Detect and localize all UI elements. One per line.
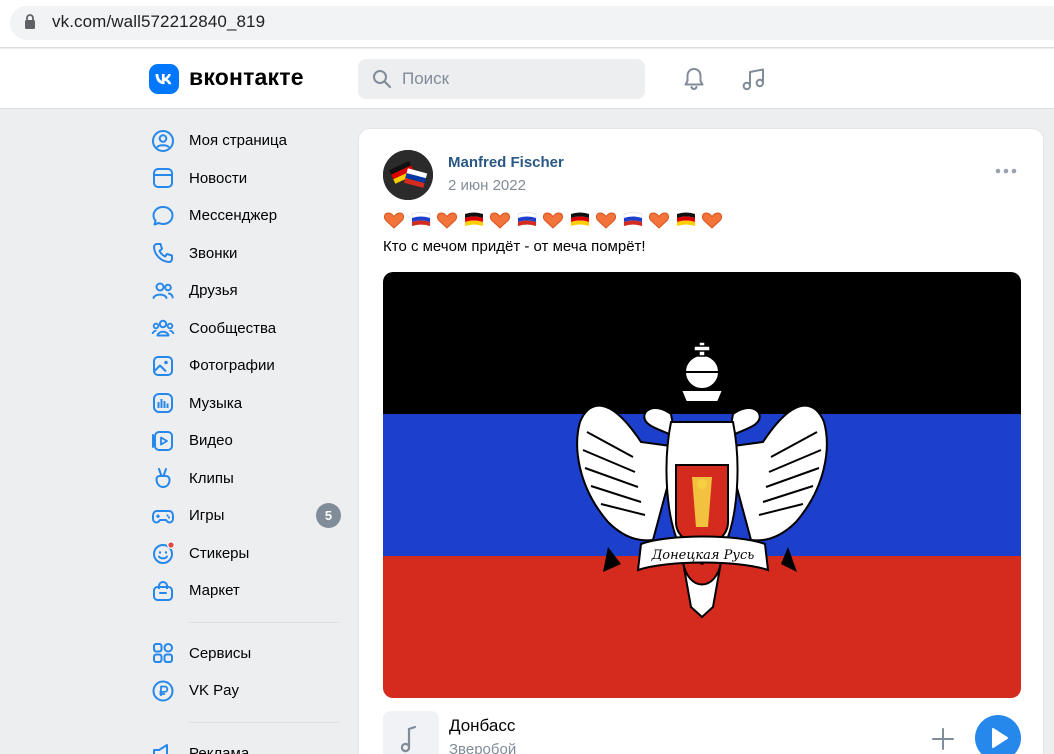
sidebar-item-label: Сообщества [189, 319, 277, 337]
audio-cover[interactable] [383, 711, 439, 754]
russia-flag-icon [516, 209, 543, 231]
vk-header: вконтакте [0, 49, 1054, 109]
heart-emoji-icon [436, 209, 463, 231]
sidebar-item-label: Сервисы [189, 644, 252, 662]
sidebar-item-label: Стикеры [189, 544, 250, 562]
sidebar-item-label: Новости [189, 169, 248, 187]
audio-title[interactable]: Донбасс [449, 716, 515, 736]
stickers-icon [153, 541, 175, 565]
user-circle-icon [152, 129, 174, 152]
services-icon [153, 643, 173, 664]
heart-emoji-icon [489, 209, 516, 231]
sidebar-item-my-page[interactable]: Моя страница [149, 122, 345, 160]
games-count-badge: 5 [316, 503, 341, 529]
heart-emoji-icon [595, 209, 622, 231]
sidebar-divider [189, 621, 339, 623]
sidebar-item-label: Друзья [189, 282, 238, 300]
sidebar-item-label: Реклама [189, 744, 250, 754]
clips-icon [155, 468, 171, 489]
vkpay-icon [152, 680, 174, 702]
sidebar-item-calls[interactable]: Звонки [149, 235, 345, 273]
flag-image: Донецкая Русь [383, 272, 1021, 698]
heart-emoji-icon [648, 209, 675, 231]
search-input[interactable] [402, 67, 632, 91]
music-note-icon[interactable] [740, 65, 768, 93]
avatar-flags-image [383, 150, 433, 200]
sidebar-item-video[interactable]: Видео [149, 422, 345, 460]
music-note-icon [400, 725, 417, 753]
friends-icon [152, 282, 174, 299]
add-icon[interactable] [931, 727, 955, 751]
post-emoji-row [383, 209, 728, 231]
sidebar-item-label: Музыка [189, 394, 243, 412]
sidebar-item-stickers[interactable]: Стикеры [149, 535, 345, 573]
vk-logo-icon[interactable] [149, 64, 179, 94]
video-icon [152, 430, 173, 451]
lock-icon [25, 14, 35, 29]
wall-post: Manfred Fischer 2 июн 2022 Кто с мечом п… [358, 128, 1044, 754]
sidebar-item-news[interactable]: Новости [149, 160, 345, 198]
emblem-ribbon-text: Донецкая Русь [651, 548, 755, 563]
audio-attachment: Донбасс Зверобой [383, 711, 1021, 754]
sidebar-item-label: Фотографии [189, 357, 275, 375]
games-icon [152, 509, 174, 524]
sidebar-item-vkpay[interactable]: VK Pay [149, 672, 345, 710]
russia-flag-icon [410, 209, 437, 231]
play-icon [992, 728, 1008, 748]
search-icon [373, 70, 392, 89]
communities-icon [151, 320, 175, 337]
post-text: Кто с мечом придёт - от меча помрёт! [383, 238, 646, 255]
sidebar-item-communities[interactable]: Сообщества [149, 310, 345, 348]
phone-icon [153, 243, 173, 264]
ads-icon [153, 744, 168, 754]
sidebar-divider [189, 721, 339, 723]
sidebar-item-label: VK Pay [189, 682, 240, 700]
sidebar-item-friends[interactable]: Друзья [149, 272, 345, 310]
sidebar-item-label: Видео [189, 432, 233, 450]
post-image-flag[interactable]: Донецкая Русь [383, 272, 1021, 698]
sidebar-item-services[interactable]: Сервисы [149, 635, 345, 673]
sidebar-item-messenger[interactable]: Мессенджер [149, 197, 345, 235]
sidebar-item-label: Моя страница [189, 132, 287, 150]
germany-flag-icon [675, 209, 702, 231]
bell-icon[interactable] [680, 65, 708, 93]
market-icon [153, 580, 173, 601]
news-icon [153, 168, 173, 189]
germany-flag-icon [569, 209, 596, 231]
sidebar-item-label: Маркет [189, 582, 240, 600]
audio-artist[interactable]: Зверобой [449, 741, 516, 754]
play-button[interactable] [975, 715, 1021, 754]
sidebar-item-label: Клипы [189, 469, 234, 487]
search-box[interactable] [358, 59, 645, 99]
sidebar-item-photos[interactable]: Фотографии [149, 347, 345, 385]
heart-emoji-icon [383, 209, 410, 231]
sidebar-item-ads[interactable]: Реклама [149, 735, 345, 754]
music-icon [153, 393, 173, 414]
browser-address-bar: vk.com/wall572212840_819 [0, 0, 1054, 48]
sidebar-item-label: Звонки [189, 244, 238, 262]
russia-flag-icon [622, 209, 649, 231]
sidebar-item-games[interactable]: Игры 5 [149, 497, 345, 535]
sidebar-item-label: Мессенджер [189, 207, 278, 225]
photo-icon [153, 355, 173, 376]
sidebar-item-label: Игры [189, 507, 225, 525]
germany-flag-icon [463, 209, 490, 231]
more-options-icon[interactable] [995, 167, 1017, 175]
sidebar-nav: Моя страница Новости Мессенджер Звонки Д… [149, 122, 345, 754]
sidebar-item-music[interactable]: Музыка [149, 385, 345, 423]
message-icon [152, 205, 174, 226]
vk-wordmark[interactable]: вконтакте [189, 64, 304, 91]
post-author-name[interactable]: Manfred Fischer [448, 154, 564, 171]
heart-emoji-icon [542, 209, 569, 231]
post-date[interactable]: 2 июн 2022 [448, 177, 526, 194]
url-text[interactable]: vk.com/wall572212840_819 [52, 12, 265, 32]
heart-emoji-icon [701, 209, 728, 231]
author-avatar[interactable] [383, 150, 433, 200]
sidebar-item-clips[interactable]: Клипы [149, 460, 345, 498]
sidebar-item-market[interactable]: Маркет [149, 572, 345, 610]
